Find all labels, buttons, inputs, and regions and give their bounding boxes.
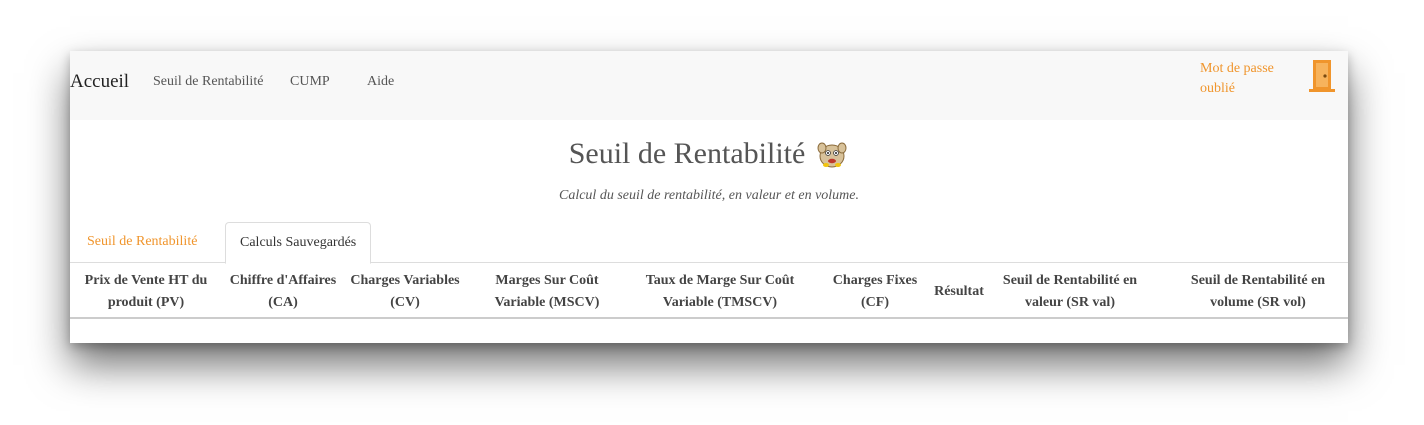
door-exit-icon[interactable] bbox=[1307, 56, 1337, 96]
page-subtitle: Calcul du seuil de rentabilité, en valeu… bbox=[558, 188, 859, 203]
nav-link-seuil[interactable]: Seuil de Rentabilité bbox=[153, 74, 263, 90]
column-header-cf[interactable]: Charges Fixes (CF) bbox=[825, 267, 925, 317]
column-header-mscv[interactable]: Marges Sur Coût Variable (MSCV) bbox=[480, 267, 614, 317]
page-title: Seuil de Rentabilité bbox=[568, 137, 806, 170]
navbar: Accueil Seuil de Rentabilité CUMP Aide M… bbox=[70, 51, 1348, 120]
brand-link[interactable]: Accueil bbox=[70, 71, 129, 93]
column-header-sr-vol[interactable]: Seuil de Rentabilité en volume (SR vol) bbox=[1177, 267, 1339, 317]
column-header-tmscv[interactable]: Taux de Marge Sur Coût Variable (TMSCV) bbox=[625, 267, 815, 317]
nav-link-aide[interactable]: Aide bbox=[367, 74, 394, 90]
tab-calculs-sauvegardes[interactable]: Calculs Sauvegardés bbox=[225, 222, 372, 264]
column-header-cv[interactable]: Charges Variables (CV) bbox=[350, 267, 460, 317]
column-header-sr-val[interactable]: Seuil de Rentabilité en valeur (SR val) bbox=[995, 267, 1145, 317]
results-table-header: Prix de Vente HT du produit (PV) Chiffre… bbox=[70, 267, 1348, 319]
column-header-ca[interactable]: Chiffre d'Affaires (CA) bbox=[226, 267, 340, 317]
tab-seuil-de-rentabilite[interactable]: Seuil de Rentabilité bbox=[73, 222, 211, 262]
app-window: Accueil Seuil de Rentabilité CUMP Aide M… bbox=[70, 51, 1348, 343]
column-header-resultat[interactable]: Résultat bbox=[928, 267, 990, 317]
column-header-pv[interactable]: Prix de Vente HT du produit (PV) bbox=[70, 267, 222, 317]
nav-link-cump[interactable]: CUMP bbox=[290, 74, 330, 90]
mascot-icon bbox=[815, 139, 849, 169]
page-header: Seuil de Rentabilité bbox=[70, 137, 1348, 171]
forgot-password-link[interactable]: Mot de passe oublié bbox=[1200, 59, 1300, 100]
